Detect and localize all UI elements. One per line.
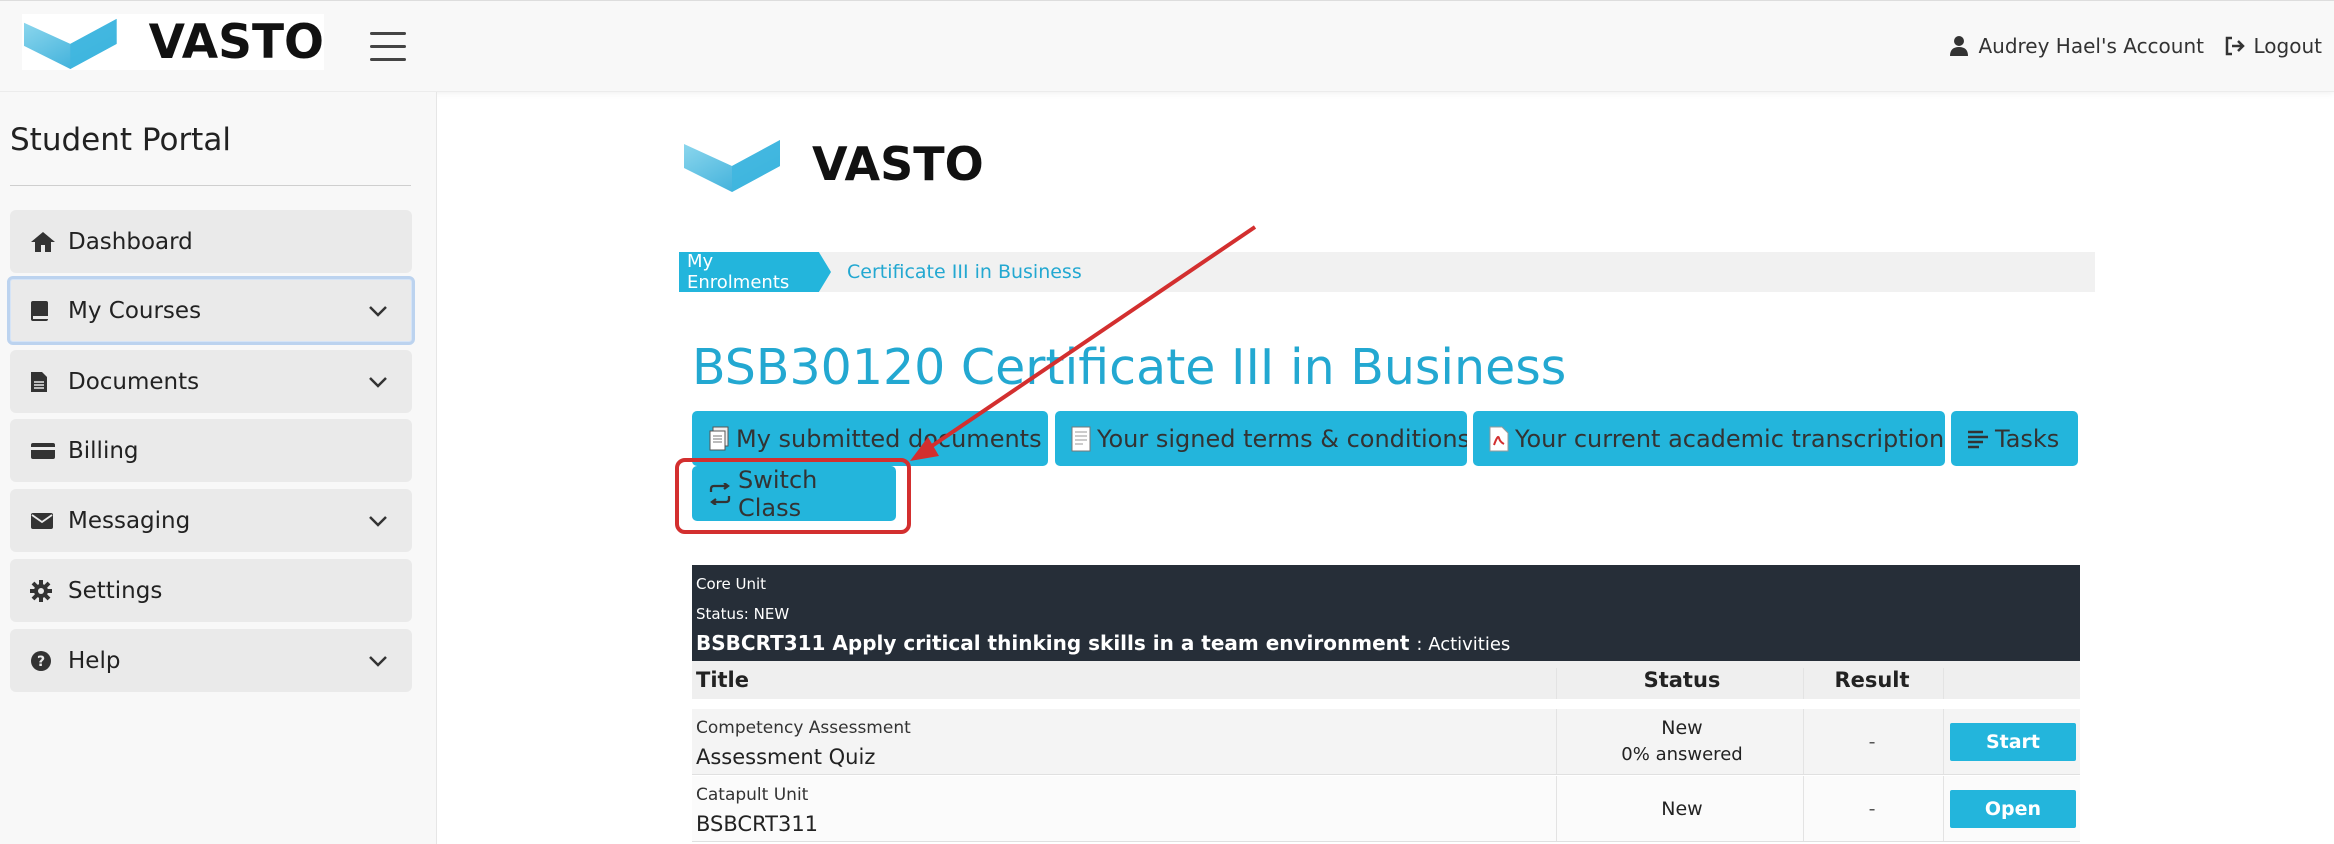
column-status: Status bbox=[1643, 668, 1721, 692]
chevron-down-icon bbox=[369, 515, 387, 527]
switch-class-button[interactable]: Switch Class bbox=[692, 465, 896, 522]
documents-icon bbox=[709, 426, 729, 450]
button-label: Switch Class bbox=[738, 465, 818, 522]
activity-status-detail: 0% answered bbox=[1621, 744, 1743, 765]
content-logo: VASTO bbox=[684, 136, 984, 192]
document-icon bbox=[1071, 426, 1091, 451]
sidebar-item-dashboard[interactable]: Dashboard bbox=[10, 210, 412, 273]
sidebar-item-messaging[interactable]: Messaging bbox=[10, 489, 412, 552]
breadcrumb: My Enrolments Certificate III in Busines… bbox=[679, 252, 2095, 292]
activity-name: Assessment Quiz bbox=[696, 745, 876, 769]
sidebar-item-label: Help bbox=[68, 647, 121, 674]
logout-link[interactable]: Logout bbox=[2224, 34, 2322, 58]
unit-status: Status: NEW bbox=[696, 605, 790, 623]
breadcrumb-my-enrolments[interactable]: My Enrolments bbox=[679, 252, 831, 292]
unit-category: Core Unit bbox=[696, 575, 767, 593]
sidebar-item-my-courses[interactable]: My Courses bbox=[7, 276, 415, 345]
user-icon bbox=[1950, 36, 1969, 56]
account-label: Audrey Hael's Account bbox=[1978, 34, 2204, 58]
breadcrumb-current-course[interactable]: Certificate III in Business bbox=[847, 252, 1082, 292]
activity-result: - bbox=[1868, 798, 1876, 820]
book-icon bbox=[31, 300, 48, 321]
file-icon bbox=[31, 371, 47, 392]
sidebar-title: Student Portal bbox=[10, 122, 231, 158]
button-label: Your current academic transcription bbox=[1515, 424, 1945, 453]
vasto-logo-icon bbox=[24, 18, 117, 70]
activity-type: Catapult Unit bbox=[696, 785, 809, 805]
activity-status: New bbox=[1661, 798, 1703, 820]
top-navbar: VASTO Audrey Hael's Account Logout bbox=[0, 0, 2334, 92]
button-label: My submitted documents bbox=[736, 424, 1042, 453]
sidebar-item-documents[interactable]: Documents bbox=[10, 350, 412, 413]
my-submitted-documents-button[interactable]: My submitted documents bbox=[692, 411, 1048, 466]
table-header: Title Status Result bbox=[692, 661, 2080, 699]
credit-card-icon bbox=[31, 442, 55, 459]
chevron-down-icon bbox=[369, 655, 387, 667]
activity-name: BSBCRT311 bbox=[696, 812, 819, 836]
sidebar-item-label: Dashboard bbox=[68, 228, 193, 255]
unit-title-suffix: : Activities bbox=[1416, 634, 1511, 655]
open-button[interactable]: Open bbox=[1950, 790, 2076, 828]
envelope-icon bbox=[31, 512, 53, 529]
signed-terms-button[interactable]: Your signed terms & conditions bbox=[1055, 411, 1467, 466]
column-result: Result bbox=[1834, 668, 1910, 692]
academic-transcription-button[interactable]: Your current academic transcription bbox=[1473, 411, 1945, 466]
sidebar-item-label: My Courses bbox=[68, 297, 202, 324]
sign-out-icon bbox=[2225, 36, 2245, 56]
sidebar-item-billing[interactable]: Billing bbox=[10, 419, 412, 482]
table-row: Competency Assessment Assessment Quiz Ne… bbox=[692, 709, 2080, 775]
home-icon bbox=[31, 231, 55, 252]
sidebar-item-settings[interactable]: Settings bbox=[10, 559, 412, 622]
unit-title-text: BSBCRT311 Apply critical thinking skills… bbox=[696, 631, 1410, 655]
list-icon bbox=[1968, 430, 1988, 448]
account-link[interactable]: Audrey Hael's Account bbox=[1950, 34, 2204, 58]
sidebar-item-label: Documents bbox=[68, 368, 200, 395]
activity-type: Competency Assessment bbox=[696, 718, 911, 738]
start-button[interactable]: Start bbox=[1950, 723, 2076, 761]
vasto-logo-icon bbox=[684, 140, 780, 192]
sidebar-item-help[interactable]: ? Help bbox=[10, 629, 412, 692]
chevron-down-icon bbox=[369, 376, 387, 388]
unit-header: Core Unit Status: NEW BSBCRT311 Apply cr… bbox=[692, 565, 2080, 661]
unit-title: BSBCRT311 Apply critical thinking skills… bbox=[696, 631, 1510, 655]
column-title: Title bbox=[696, 668, 750, 692]
switch-arrows-icon bbox=[709, 482, 731, 505]
brand-logo[interactable]: VASTO bbox=[22, 14, 324, 70]
button-label: Your signed terms & conditions bbox=[1097, 424, 1467, 453]
brand-name: VASTO bbox=[812, 137, 984, 191]
logout-label: Logout bbox=[2253, 34, 2322, 58]
sidebar-divider bbox=[10, 185, 411, 186]
sidebar-item-label: Billing bbox=[68, 437, 139, 464]
svg-text:?: ? bbox=[37, 654, 45, 670]
tasks-button[interactable]: Tasks bbox=[1951, 411, 2078, 466]
sidebar-item-label: Messaging bbox=[68, 507, 191, 534]
activity-status: New bbox=[1661, 717, 1703, 739]
sidebar: Student Portal Dashboard My Courses Docu… bbox=[0, 92, 437, 844]
brand-name: VASTO bbox=[148, 14, 324, 70]
question-circle-icon: ? bbox=[31, 650, 51, 671]
pdf-icon bbox=[1489, 426, 1509, 451]
activity-result: - bbox=[1868, 731, 1876, 753]
button-label: Tasks bbox=[1995, 424, 2060, 453]
hamburger-menu-icon[interactable] bbox=[370, 32, 406, 62]
table-row: Catapult Unit BSBCRT311 New - Open bbox=[692, 776, 2080, 842]
chevron-down-icon bbox=[369, 305, 387, 317]
gear-icon bbox=[30, 579, 52, 602]
sidebar-item-label: Settings bbox=[68, 577, 163, 604]
page-title: BSB30120 Certificate III in Business bbox=[692, 339, 1567, 396]
